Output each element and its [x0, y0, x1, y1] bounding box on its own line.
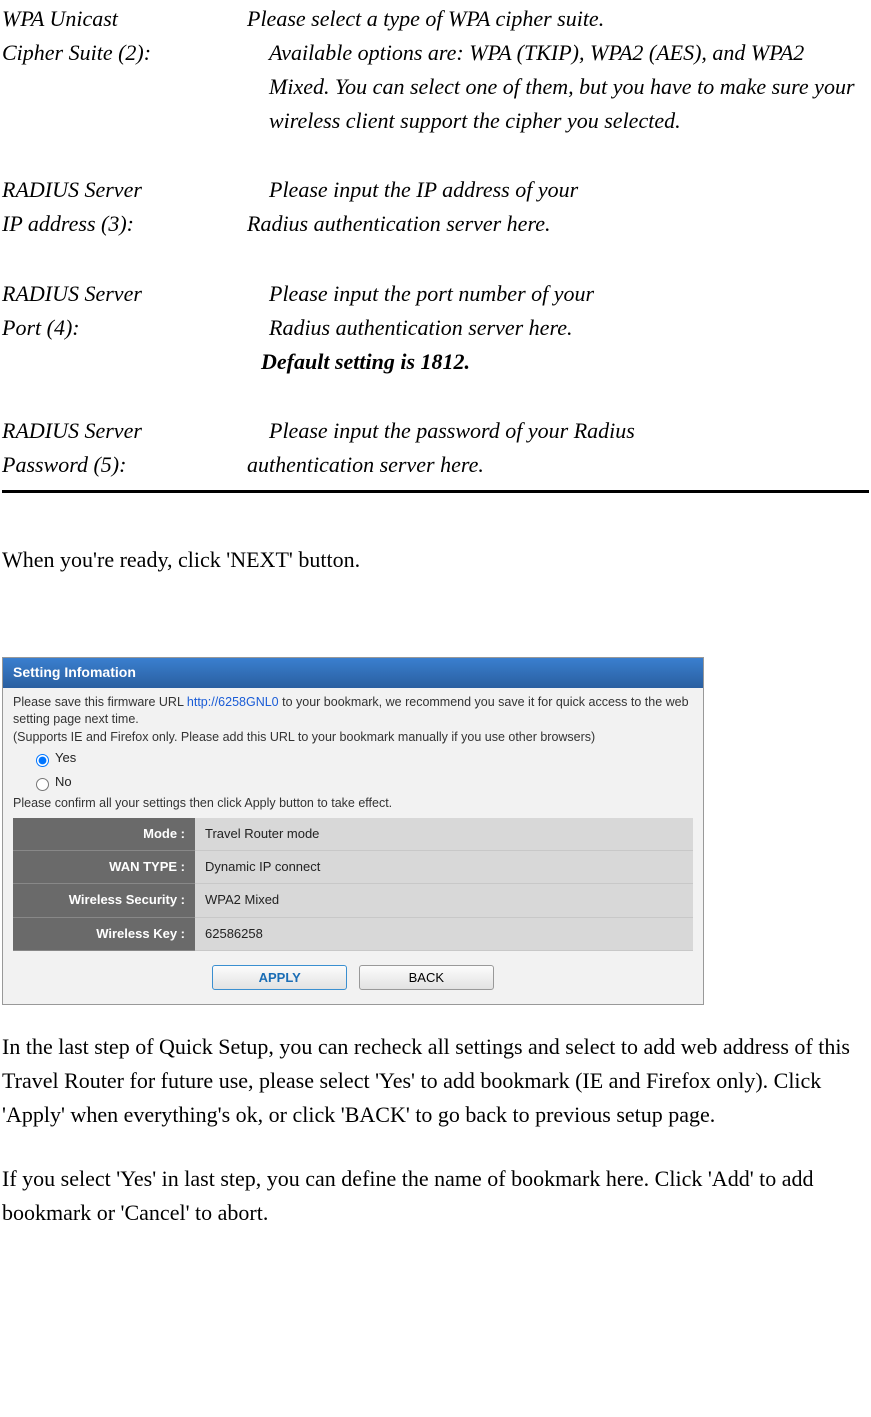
- settings-row-mode: Mode : Travel Router mode: [13, 818, 693, 851]
- def-row-radius-ip-cont: IP address (3): Radius authentication se…: [2, 207, 869, 241]
- def-row-wpa-cipher-cont: Cipher Suite (2): Available options are:…: [2, 36, 869, 138]
- def-term: Password (5):: [2, 448, 247, 482]
- def-row-radius-port-cont: Port (4): Radius authentication server h…: [2, 311, 869, 345]
- radio-no-row: No: [13, 770, 693, 794]
- term-text: Password (5):: [2, 452, 126, 477]
- setting-information-panel: Setting Infomation Please save this firm…: [2, 657, 704, 1005]
- def-desc: Please input the password of your Radius: [247, 414, 869, 448]
- security-label: Wireless Security :: [13, 884, 195, 917]
- def-term: WPA Unicast: [2, 2, 247, 36]
- def-desc: Please input the IP address of your: [247, 173, 869, 207]
- mode-value: Travel Router mode: [195, 818, 693, 851]
- term-text: RADIUS Server: [2, 418, 142, 443]
- back-button[interactable]: BACK: [359, 965, 494, 990]
- def-term: RADIUS Server: [2, 414, 247, 448]
- security-value: WPA2 Mixed: [195, 884, 693, 917]
- panel-title: Setting Infomation: [3, 658, 703, 688]
- def-term: RADIUS Server: [2, 173, 247, 207]
- term-text: RADIUS Server: [2, 281, 142, 306]
- def-desc: Available options are: WPA (TKIP), WPA2 …: [247, 36, 869, 138]
- desc-bold-text: Default setting is 1812.: [261, 349, 470, 374]
- key-value: 62586258: [195, 918, 693, 951]
- apply-button[interactable]: APPLY: [212, 965, 347, 990]
- def-desc: Radius authentication server here.: [247, 207, 869, 241]
- settings-row-key: Wireless Key : 62586258: [13, 918, 693, 951]
- def-row-wpa-cipher: WPA Unicast Please select a type of WPA …: [2, 2, 869, 36]
- def-row-radius-port: RADIUS Server Please input the port numb…: [2, 277, 869, 311]
- def-desc-bold: Default setting is 1812.: [247, 345, 869, 379]
- button-row: APPLY BACK: [13, 951, 693, 990]
- def-desc: Please input the port number of your: [247, 277, 869, 311]
- firmware-url-link[interactable]: http://6258GNL0: [187, 695, 279, 709]
- msg-prefix: Please save this firmware URL: [13, 695, 187, 709]
- radio-no[interactable]: [36, 778, 49, 791]
- def-desc: authentication server here.: [247, 448, 869, 482]
- key-label: Wireless Key :: [13, 918, 195, 951]
- desc-text: Please input the port number of your: [269, 281, 594, 306]
- term-text: RADIUS Server: [2, 177, 142, 202]
- settings-row-security: Wireless Security : WPA2 Mixed: [13, 884, 693, 917]
- panel-body: Please save this firmware URL http://625…: [3, 688, 703, 1004]
- settings-grid: Mode : Travel Router mode WAN TYPE : Dyn…: [13, 818, 693, 951]
- wan-value: Dynamic IP connect: [195, 851, 693, 884]
- radio-no-label: No: [55, 774, 72, 789]
- paragraph-quick-setup: In the last step of Quick Setup, you can…: [2, 1030, 869, 1132]
- def-term: RADIUS Server: [2, 277, 247, 311]
- def-desc: Please select a type of WPA cipher suite…: [247, 2, 869, 36]
- term-text: WPA Unicast: [2, 6, 118, 31]
- def-row-radius-ip: RADIUS Server Please input the IP addres…: [2, 173, 869, 207]
- def-term: IP address (3):: [2, 207, 247, 241]
- term-text: Cipher Suite (2):: [2, 40, 151, 65]
- radio-yes-row: Yes: [13, 746, 693, 770]
- paragraph-bookmark-name: If you select 'Yes' in last step, you ca…: [2, 1162, 869, 1230]
- def-desc: Radius authentication server here.: [247, 311, 869, 345]
- panel-save-msg: Please save this firmware URL http://625…: [13, 694, 693, 729]
- def-row-radius-password-cont: Password (5): authentication server here…: [2, 448, 869, 482]
- def-term: Cipher Suite (2):: [2, 36, 247, 138]
- desc-text: Radius authentication server here.: [247, 211, 550, 236]
- definitions-table: WPA Unicast Please select a type of WPA …: [2, 2, 869, 493]
- term-text: IP address (3):: [2, 211, 134, 236]
- panel-confirm-msg: Please confirm all your settings then cl…: [13, 795, 693, 813]
- radio-yes-label: Yes: [55, 750, 76, 765]
- def-row-radius-password: RADIUS Server Please input the password …: [2, 414, 869, 448]
- mode-label: Mode :: [13, 818, 195, 851]
- term-text: Port (4):: [2, 315, 80, 340]
- paragraph-next-button: When you're ready, click 'NEXT' button.: [2, 543, 869, 577]
- def-term: Port (4):: [2, 311, 247, 345]
- radio-yes[interactable]: [36, 754, 49, 767]
- desc-text: Available options are: WPA (TKIP), WPA2 …: [269, 40, 855, 133]
- desc-text: Please input the IP address of your: [269, 177, 578, 202]
- settings-row-wan: WAN TYPE : Dynamic IP connect: [13, 851, 693, 884]
- def-row-radius-port-bold: Default setting is 1812.: [2, 345, 869, 379]
- desc-text: Radius authentication server here.: [269, 315, 572, 340]
- desc-text: Please input the password of your Radius: [269, 418, 635, 443]
- desc-text: authentication server here.: [247, 452, 484, 477]
- desc-text: Please select a type of WPA cipher suite…: [247, 6, 604, 31]
- wan-label: WAN TYPE :: [13, 851, 195, 884]
- panel-supports-msg: (Supports IE and Firefox only. Please ad…: [13, 729, 693, 747]
